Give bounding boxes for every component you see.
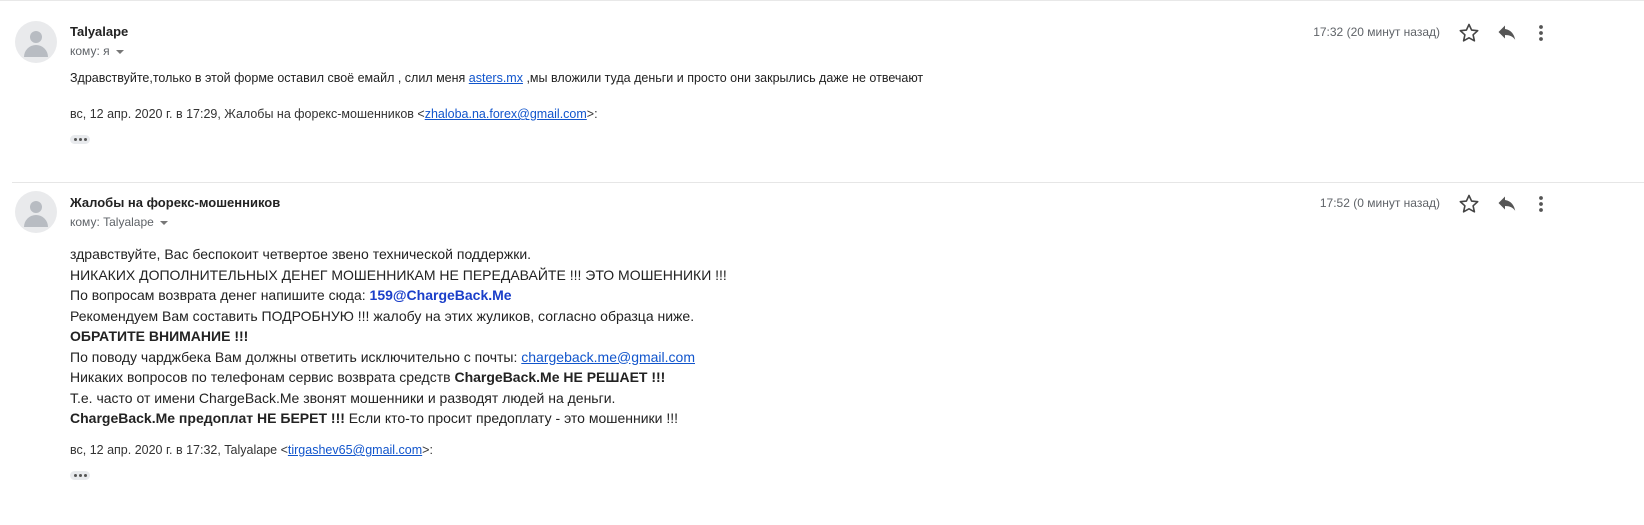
star-icon[interactable] xyxy=(1457,192,1481,216)
email-message-2: Жалобы на форекс-мошенников кому: Talyal… xyxy=(0,0,1644,525)
body-line: По вопросам возврата денег напишите сюда… xyxy=(70,287,512,303)
sender-avatar[interactable] xyxy=(15,191,57,233)
ellipsis-icon xyxy=(73,474,77,477)
chargeback-email-link[interactable]: chargeback.me@gmail.com xyxy=(521,349,695,365)
message-body: здравствуйте, Вас беспокоит четвертое зв… xyxy=(70,244,727,429)
recipient-dropdown[interactable]: кому: Talyalape xyxy=(70,215,168,229)
body-line: здравствуйте, Вас беспокоит четвертое зв… xyxy=(70,246,532,262)
chevron-down-icon xyxy=(159,220,168,225)
quote-email-link[interactable]: tirgashev65@gmail.com xyxy=(288,443,422,457)
recipient-label: кому: Talyalape xyxy=(70,215,154,229)
body-line: ChargeBack.Me предоплат НЕ БЕРЕТ !!! Есл… xyxy=(70,410,679,426)
show-trimmed-button[interactable] xyxy=(70,471,90,480)
message-time: 17:52 (0 минут назад) xyxy=(1319,196,1440,210)
support-email[interactable]: 159@ChargeBack.Me xyxy=(370,287,512,303)
body-line: НИКАКИХ ДОПОЛНИТЕЛЬНЫХ ДЕНЕГ МОШЕННИКАМ … xyxy=(70,266,727,283)
body-line-attention: ОБРАТИТЕ ВНИМАНИЕ !!! xyxy=(70,328,249,344)
body-line: Т.е. часто от имени ChargeBack.Me звонят… xyxy=(70,389,616,406)
person-icon xyxy=(30,201,42,213)
body-line: Рекомендуем Вам составить ПОДРОБНУЮ !!! … xyxy=(70,307,695,324)
body-line: По поводу чарджбека Вам должны ответить … xyxy=(70,348,695,365)
sender-name[interactable]: Жалобы на форекс-мошенников xyxy=(70,195,280,210)
reply-icon[interactable] xyxy=(1495,192,1519,216)
quote-header: вс, 12 апр. 2020 г. в 17:32, Talyalape <… xyxy=(70,443,433,457)
more-vertical-icon[interactable] xyxy=(1529,192,1553,216)
body-line: Никаких вопросов по телефонам сервис воз… xyxy=(70,369,666,385)
